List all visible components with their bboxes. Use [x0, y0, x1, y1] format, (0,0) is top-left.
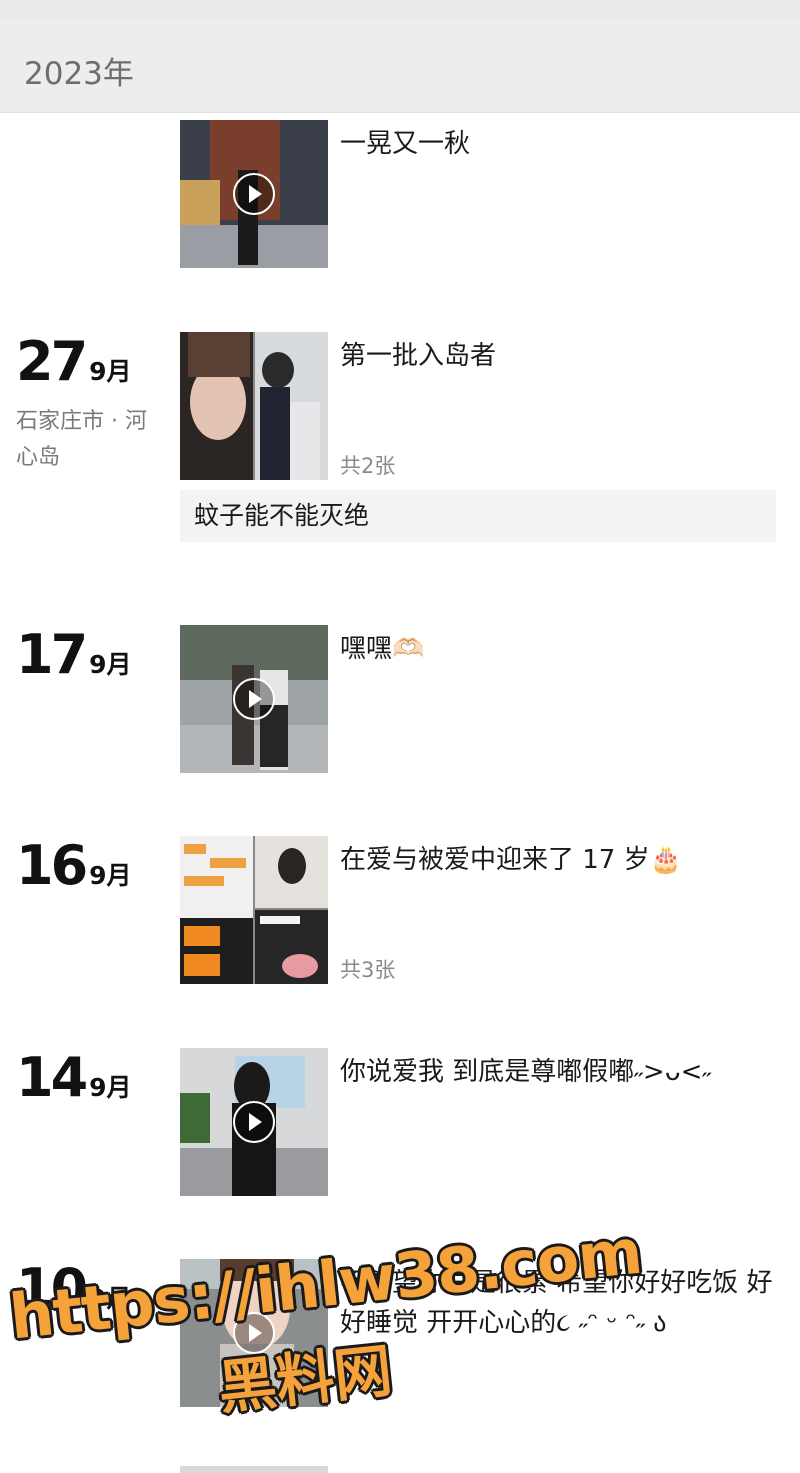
video-thumbnail[interactable]	[180, 1048, 328, 1196]
play-icon	[233, 1101, 275, 1143]
photo-grid-thumbnail[interactable]	[180, 836, 328, 984]
photo-count: 共3张	[340, 958, 396, 982]
photo-count: 共2张	[340, 454, 396, 478]
watermark-title: 黑料网	[215, 1336, 396, 1423]
play-icon	[233, 173, 275, 215]
moment-entry[interactable]: 14 9月 你说爱我 到底是尊嘟假嘟˶>ᴗ<˶	[0, 1048, 800, 1198]
month-label: 9月	[89, 357, 132, 386]
date-label: 14 9月	[16, 1048, 132, 1108]
video-thumbnail[interactable]	[180, 120, 328, 268]
photo-grid-thumbnail[interactable]	[180, 332, 328, 480]
moment-entry[interactable]: 27 9月 石家庄市 · 河心岛 第一批入岛者 共2张 蚊子能不能灭绝	[0, 332, 800, 547]
moment-comment: 蚊子能不能灭绝	[180, 490, 776, 542]
day-number: 14	[16, 1046, 88, 1109]
month-label: 9月	[89, 650, 132, 679]
moment-text: 第一批入岛者	[340, 341, 497, 371]
day-number: 27	[16, 330, 88, 393]
next-thumbnail-edge	[180, 1466, 328, 1473]
moment-text: 一晃又一秋	[340, 129, 471, 159]
moment-text: 在爱与被爱中迎来了 17 岁🎂	[340, 845, 682, 875]
status-bar	[0, 0, 800, 20]
play-icon	[233, 678, 275, 720]
year-header: 2023年	[0, 20, 800, 113]
day-number: 16	[16, 834, 88, 897]
location-label[interactable]: 石家庄市 · 河心岛	[16, 404, 156, 476]
month-label: 9月	[89, 1073, 132, 1102]
video-thumbnail[interactable]	[180, 625, 328, 773]
moment-text: 你说爱我 到底是尊嘟假嘟˶>ᴗ<˶	[340, 1057, 712, 1087]
date-label: 27 9月	[16, 332, 132, 392]
date-label: 17 9月	[16, 625, 132, 685]
day-number: 17	[16, 623, 88, 686]
month-label: 9月	[89, 861, 132, 890]
moment-entry[interactable]: 一晃又一秋	[0, 120, 800, 270]
moment-text: 嘿嘿🫶🏻	[340, 634, 425, 664]
watermark-overlay: https://ihlw38.com 黑料网	[6, 1215, 645, 1450]
moment-entry[interactable]: 16 9月 在爱与被爱中迎来了 17 岁🎂 共3张	[0, 836, 800, 986]
year-label: 2023年	[24, 56, 134, 92]
moment-entry[interactable]: 17 9月 嘿嘿🫶🏻	[0, 625, 800, 775]
date-label: 16 9月	[16, 836, 132, 896]
